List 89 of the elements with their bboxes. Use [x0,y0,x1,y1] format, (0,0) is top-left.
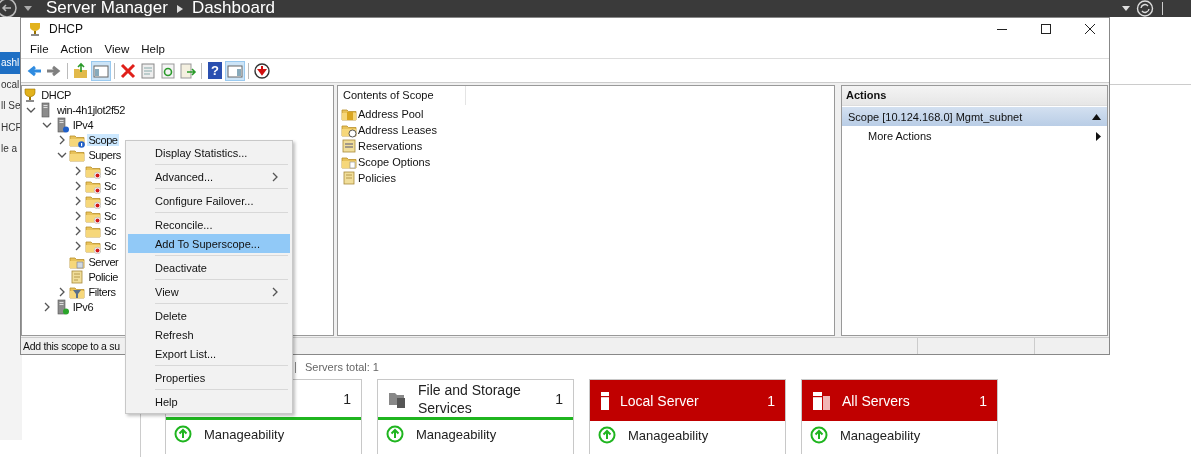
tree-item[interactable]: Scope [87,134,119,147]
tree-item[interactable]: IPv6 [71,301,95,314]
document-icon [139,61,157,80]
folder-icon [69,147,86,164]
tree-item[interactable]: Sc [103,179,118,192]
menu-item[interactable]: Configure Failover... [128,191,290,210]
caret-icon[interactable] [1122,5,1130,12]
app-title: Server Manager [46,0,168,15]
tree-item[interactable]: Sc [103,225,118,238]
tree-item[interactable]: Sc [103,240,118,253]
actions-header: Actions [842,86,1107,106]
submenu-chevron-icon[interactable] [270,171,280,182]
tree-item[interactable]: Sc [103,164,118,177]
window-title: DHCP [49,22,83,36]
folder-icon [341,106,357,122]
folder-icon [341,154,357,170]
tree-item[interactable]: Supers [87,149,122,162]
menu-item[interactable]: File [24,43,55,55]
back-icon[interactable] [0,0,18,17]
maximize-icon [1041,24,1051,34]
action-item[interactable]: More Actions [842,126,1107,146]
menu-item[interactable]: Reconcile... [128,215,290,234]
actions-section[interactable]: Scope [10.124.168.0] Mgmt_subnet [842,107,1107,126]
tree-item[interactable]: Sc [103,210,118,223]
trophy-icon [22,86,39,103]
breadcrumb-arrow-icon [176,4,183,13]
tile[interactable]: File and Storage Services 1 Manageability [377,379,574,454]
tile-count: 1 [343,390,351,407]
tree-item[interactable]: Policie [87,270,119,283]
list-item[interactable]: Address Pool [358,108,424,120]
tile-title: File and Storage Services [418,380,522,417]
list-item[interactable]: Policies [358,172,396,184]
tile-metric[interactable]: Manageability [416,426,497,442]
tile-count: 1 [979,392,987,409]
delete-icon [119,61,137,80]
sidebar-item[interactable]: ocal [0,73,22,96]
submenu-chevron-icon[interactable] [270,286,280,297]
export-icon [179,61,197,80]
sidebar-item[interactable]: le a [0,138,22,160]
refresh-icon[interactable] [1136,0,1154,17]
tile[interactable]: Local Server 1 Manageability [589,379,786,454]
close-icon [1085,24,1095,34]
folder-up-icon [72,61,90,80]
page-title: Dashboard [191,0,276,15]
menu-item[interactable]: View [128,282,290,301]
trophy-icon [27,21,43,37]
tree-item[interactable]: Sc [103,194,118,207]
scroll-icon [69,268,86,285]
column-header[interactable]: Contents of Scope [338,86,466,105]
tile-count: 1 [767,392,775,409]
tree-item[interactable]: IPv4 [71,118,95,131]
list-icon [341,138,357,154]
scroll-icon [341,170,357,186]
funnel-icon [69,284,86,301]
folder-clock-icon [341,122,357,138]
tree-item[interactable]: DHCP [40,88,72,101]
tile-title: Local Server [620,391,700,410]
list-item[interactable]: Scope Options [358,156,431,168]
help-button[interactable]: ? [208,62,222,79]
tree-item[interactable]: Filters [87,286,117,299]
menu-item[interactable]: Help [135,43,171,55]
sidebar-item[interactable]: HCF [0,116,22,139]
tree-item[interactable]: win-4h1jlot2f52 [56,103,126,116]
server-icon [600,390,610,411]
tree-item[interactable]: Server [87,255,120,268]
caret-icon[interactable] [24,5,32,12]
list-item[interactable]: Address Leases [358,124,437,136]
tile-metric[interactable]: Manageability [628,427,709,443]
toolbar-button[interactable] [252,60,272,81]
menu-item[interactable]: Delete [128,306,290,325]
servers-total: Servers total: 1 [305,361,379,373]
menu-item[interactable]: Display Statistics... [128,143,290,162]
sidebar-item[interactable]: ashl [0,52,22,74]
menu-item[interactable]: Add To Superscope... [128,234,290,253]
list-item[interactable]: Reservations [358,140,423,152]
stop-icon [253,61,271,80]
tile-metric[interactable]: Manageability [204,426,285,442]
refresh-icon [159,61,177,80]
collapse-icon[interactable] [1092,113,1101,120]
tile[interactable]: All Servers 1 Manageability [801,379,998,454]
tile-count: 1 [555,390,563,407]
menu-item[interactable]: Action [54,43,99,55]
menu-item[interactable]: View [98,43,136,55]
sidebar-item[interactable]: ll Se [0,95,22,117]
tile-title: All Servers [842,391,911,410]
menu-item[interactable]: Deactivate [128,258,290,277]
tile-metric[interactable]: Manageability [840,427,921,443]
menu-item[interactable]: Advanced... [128,167,290,186]
servers-icon [812,390,832,411]
